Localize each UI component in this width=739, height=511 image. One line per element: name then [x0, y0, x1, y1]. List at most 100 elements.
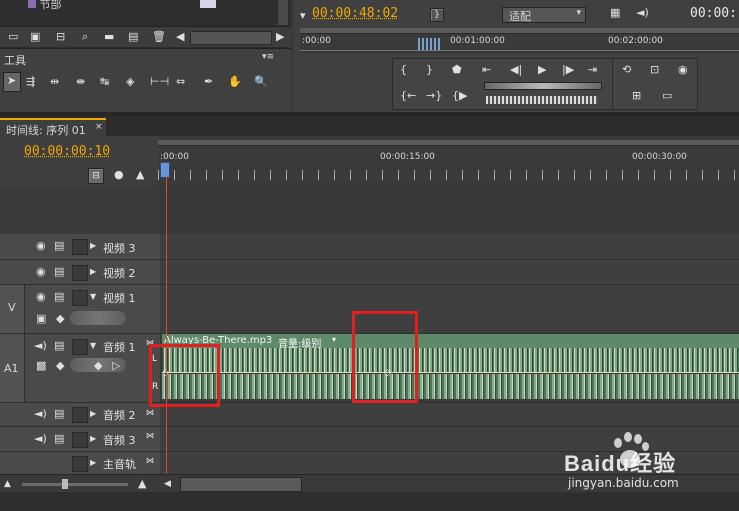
next-keyframe-icon[interactable]: ▷ [112, 360, 120, 372]
safe-margins-icon[interactable]: ⊡ [650, 64, 659, 76]
mark-in-icon[interactable]: { [400, 64, 407, 76]
step-back-icon[interactable]: ◀| [510, 64, 522, 76]
zoom-in-icon[interactable]: ▲ [138, 478, 146, 490]
delete-icon[interactable]: 🗑 [152, 31, 166, 43]
timeline-zoom-bar[interactable] [158, 140, 739, 146]
scroll-right-icon[interactable]: ▶ [276, 31, 284, 43]
expand-arrow-icon[interactable]: ▶ [90, 240, 96, 252]
sequence-marker-icon[interactable]: ● [114, 169, 124, 181]
timeline-tab[interactable]: 时间线: 序列 01 × [0, 118, 106, 138]
lock-toggle-icon[interactable]: ▤ [54, 266, 64, 278]
rate-stretch-icon[interactable]: ↹ [100, 76, 109, 88]
overlay-icon[interactable]: ▭ [662, 90, 672, 102]
rolling-edit-icon[interactable]: ⇼ [76, 76, 85, 88]
target-toggle[interactable] [72, 432, 88, 448]
lock-toggle-icon[interactable]: ▤ [54, 340, 64, 352]
close-icon[interactable]: × [95, 122, 103, 132]
timeline-playhead-head[interactable] [160, 162, 170, 178]
step-forward-icon[interactable]: |▶ [562, 64, 574, 76]
speaker-icon[interactable]: ◄) [34, 433, 47, 445]
go-to-in-icon[interactable]: {← [400, 90, 416, 102]
lock-toggle-icon[interactable]: ▤ [54, 240, 64, 252]
marker-flag-icon[interactable]: ▲ [136, 169, 144, 181]
target-toggle[interactable] [72, 239, 88, 255]
new-item-icon[interactable]: ▤ [128, 31, 138, 43]
timeline-playhead-line[interactable] [166, 176, 167, 474]
horizontal-scrollbar[interactable] [190, 31, 272, 45]
icon-view-icon[interactable]: ▣ [30, 31, 40, 43]
scroll-left-icon[interactable]: ◀ [176, 31, 184, 43]
hand-icon[interactable]: ✋ [228, 76, 242, 88]
track-header-master[interactable]: ▶ 主音轨 [0, 452, 160, 475]
eye-icon[interactable]: ◉ [36, 266, 46, 278]
scrollbar-track[interactable] [278, 0, 288, 25]
expand-arrow-icon[interactable]: ▶ [90, 457, 96, 469]
track-lane-video1[interactable] [160, 285, 739, 334]
lock-toggle-icon[interactable]: ▤ [54, 291, 64, 303]
track-header-audio2[interactable]: ◄) ▤ ▶ 音频 2 [0, 403, 160, 427]
keyframe-icon[interactable]: ◆ [56, 313, 64, 325]
monitor-playhead[interactable] [418, 38, 442, 50]
output-icon[interactable]: ◉ [678, 64, 688, 76]
monitor-ruler[interactable]: :00:00 00:01:00:00 00:02:00:00 [300, 28, 739, 54]
find-icon[interactable]: ⌕ [82, 31, 88, 43]
slide-icon[interactable]: ⇔ [176, 76, 185, 88]
go-to-out-icon[interactable]: →} [426, 90, 442, 102]
track-header-video2[interactable]: ◉ ▤ ▶ 视频 2 [0, 260, 160, 285]
speaker-icon[interactable]: ◄) [34, 340, 47, 352]
expand-arrow-icon[interactable]: ▶ [90, 433, 96, 445]
insert-icon[interactable]: ⊞ [632, 90, 641, 102]
keyframe-icon[interactable]: ◆ [56, 360, 64, 372]
shuttle-slider[interactable] [484, 82, 602, 90]
step-back-marker-icon[interactable]: ⇤ [482, 64, 491, 76]
fit-dropdown[interactable]: 适配 ▾ [502, 7, 586, 23]
zoom-icon[interactable]: 🔍 [254, 76, 268, 88]
timeline-horizontal-scrollbar[interactable] [180, 477, 302, 492]
track-header-audio1[interactable]: A1 ◄) ▤ ▼ 音频 1 ▩ ◆ ◆ ▷ [0, 334, 160, 403]
track-lane-audio1[interactable]: Always-Be-There.mp3 音量:级别 ▾ L R ◇ ◇ [152, 334, 739, 403]
project-scroll[interactable] [200, 0, 216, 8]
scroll-left-icon[interactable]: ◀ [164, 478, 171, 490]
audio-source-label[interactable]: A1 [0, 334, 25, 402]
eye-icon[interactable]: ◉ [36, 291, 46, 303]
speaker-icon[interactable]: ◄) [636, 7, 649, 19]
timeline-ruler[interactable]: :00:00 00:00:15:00 00:00:30:00 [158, 136, 739, 186]
speaker-icon[interactable]: ◄) [34, 408, 47, 420]
audio-clip[interactable]: Always-Be-There.mp3 音量:级别 ▾ L R ◇ ◇ [152, 334, 739, 400]
snap-button[interactable]: ⊟ [88, 168, 104, 184]
play-in-out-icon[interactable]: {▶ [452, 90, 467, 102]
eye-icon[interactable]: ◉ [36, 240, 46, 252]
zoom-slider-track[interactable] [22, 483, 128, 486]
panel-menu-icon[interactable]: ▾≡ [262, 52, 274, 62]
target-toggle[interactable] [72, 339, 88, 355]
marker-icon[interactable]: ⬟ [452, 64, 462, 76]
track-lane-video3[interactable] [160, 234, 739, 260]
collapse-arrow-icon[interactable]: ▼ [90, 291, 96, 303]
add-keyframe-icon[interactable]: ◆ [94, 360, 102, 372]
dropdown-icon[interactable]: ▾ [300, 10, 306, 22]
zoom-out-icon[interactable]: ▲ [4, 478, 11, 490]
track-header-video3[interactable]: ◉ ▤ ▶ 视频 3 [0, 234, 160, 260]
new-bin-icon[interactable]: ▬ [104, 31, 114, 43]
track-lane-video2[interactable] [160, 260, 739, 285]
collapse-arrow-icon[interactable]: ▼ [90, 340, 96, 352]
project-item[interactable]: 节部 [28, 0, 78, 11]
target-toggle[interactable] [72, 265, 88, 281]
pen-icon[interactable]: ✒ [204, 76, 213, 88]
track-lane-audio2[interactable] [160, 403, 739, 427]
monitor-zoom-bar[interactable] [300, 28, 739, 34]
step-forward-marker-icon[interactable]: ⇥ [588, 64, 597, 76]
jog-wheel[interactable] [486, 96, 598, 104]
expand-arrow-icon[interactable]: ▶ [90, 266, 96, 278]
volume-line[interactable] [162, 372, 739, 373]
target-toggle[interactable] [72, 456, 88, 472]
track-header-audio3[interactable]: ◄) ▤ ▶ 音频 3 [0, 427, 160, 452]
track-select-icon[interactable]: ⇶ [26, 76, 35, 88]
slip-icon[interactable]: ⊢⊣ [150, 76, 169, 88]
lock-toggle-icon[interactable]: ▤ [54, 433, 64, 445]
ripple-edit-icon[interactable]: ⇹ [50, 76, 59, 88]
audio-clip-header[interactable]: Always-Be-There.mp3 音量:级别 ▾ [162, 334, 739, 350]
waveform-style-icon[interactable]: ▩ [36, 360, 46, 372]
display-style-icon[interactable]: ▣ [36, 313, 46, 325]
target-toggle[interactable] [72, 290, 88, 306]
